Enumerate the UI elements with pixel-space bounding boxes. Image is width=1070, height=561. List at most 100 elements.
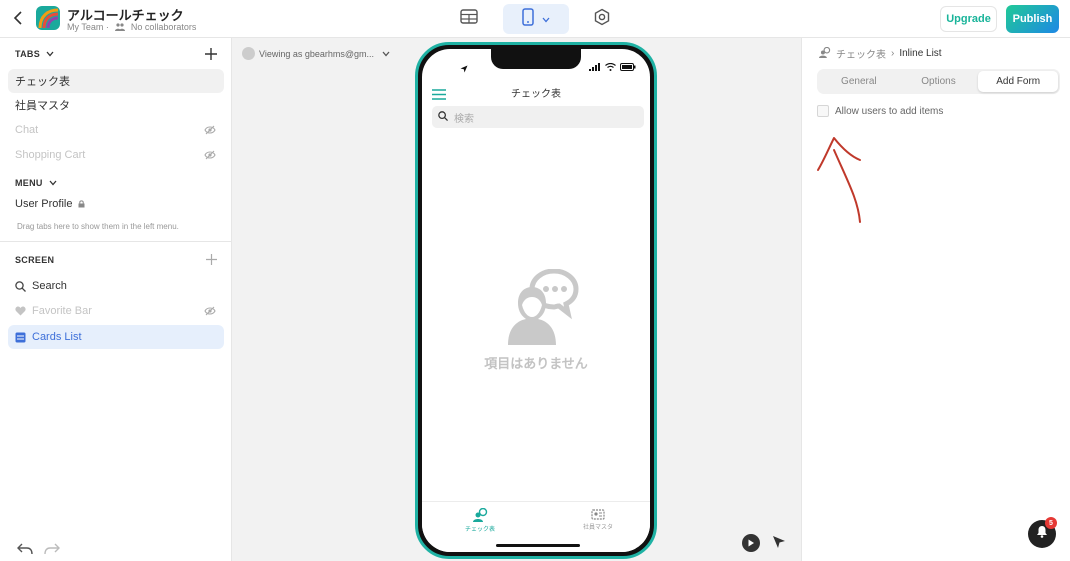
tab-add-form[interactable]: Add Form	[978, 71, 1059, 92]
empty-state-text: 項目はありません	[484, 356, 588, 371]
settings-view-button[interactable]	[588, 4, 616, 34]
id-card-icon	[568, 508, 628, 522]
tab-general[interactable]: General	[819, 71, 899, 92]
collaborators-text: No collaborators	[130, 22, 197, 32]
tab-item-label: Chat	[15, 124, 39, 136]
person-chat-icon	[450, 507, 510, 524]
properties-panel: チェック表 › Inline List General Options Add …	[801, 38, 1070, 561]
layout-view-button[interactable]	[503, 4, 569, 34]
bell-icon	[1036, 525, 1048, 543]
phone-screen-title: チェック表	[511, 89, 561, 100]
phone-tab-label: 社員マスタ	[582, 525, 613, 531]
allow-add-items-label[interactable]: Allow users to add items	[835, 106, 943, 117]
tab-item-check-sheet[interactable]: チェック表	[8, 69, 224, 93]
redo-icon[interactable]	[44, 542, 60, 560]
screen-item-label: Favorite Bar	[32, 305, 92, 317]
publish-button[interactable]: Publish	[1006, 5, 1059, 33]
chevron-down-icon	[382, 49, 390, 59]
screen-heading: SCREEN	[15, 255, 55, 265]
add-component-plus-icon[interactable]	[206, 252, 217, 270]
play-preview-button[interactable]	[742, 534, 760, 552]
notifications-button[interactable]: 5	[1028, 517, 1057, 548]
search-icon	[438, 110, 448, 124]
breadcrumb-separator: ›	[891, 48, 895, 59]
breadcrumb: チェック表 › Inline List	[818, 46, 942, 61]
allow-add-items-row: Allow users to add items	[817, 105, 943, 117]
app-subtitle: My Team · No collaborators	[67, 22, 196, 33]
eye-hidden-icon[interactable]	[204, 150, 216, 163]
phone-tab-check-sheet[interactable]: チェック表	[450, 507, 510, 533]
viewing-as-text: Viewing as gbearhms@gm...	[259, 48, 375, 59]
menu-section-header[interactable]: MENU	[15, 178, 57, 188]
user-avatar-icon	[242, 47, 255, 60]
tabs-heading: TABS	[15, 49, 41, 59]
menu-hint-text: Drag tabs here to show them in the left …	[17, 222, 179, 231]
phone-frame: チェック表 検索 項目はありません チェック表 社員マスタ	[415, 42, 657, 559]
preview-canvas: Viewing as gbearhms@gm... チェック表 検索 項目はあり…	[232, 38, 801, 561]
search-icon	[15, 280, 26, 292]
table-icon	[460, 9, 478, 29]
eye-hidden-icon[interactable]	[204, 306, 216, 319]
signal-icon	[589, 58, 601, 76]
undo-icon[interactable]	[17, 542, 33, 560]
viewing-as-selector[interactable]: Viewing as gbearhms@gm...	[242, 47, 390, 60]
screen-item-label: Cards List	[32, 331, 82, 343]
left-sidebar: TABS チェック表 社員マスタ Chat Shopping Cart MENU…	[0, 38, 232, 561]
menu-item-label: User Profile	[15, 198, 73, 210]
cards-list-icon	[15, 332, 26, 343]
tab-item-employee-master[interactable]: 社員マスタ	[8, 93, 224, 117]
red-arrow-annotation-icon	[812, 130, 872, 235]
gear-icon	[593, 8, 611, 31]
screen-item-search[interactable]: Search	[8, 274, 224, 298]
lock-icon	[78, 200, 85, 208]
people-icon	[115, 23, 126, 33]
location-arrow-icon	[460, 60, 468, 78]
app-logo-icon[interactable]	[36, 6, 60, 30]
menu-item-user-profile[interactable]: User Profile	[8, 192, 224, 216]
team-name: My Team	[67, 22, 104, 32]
breadcrumb-parent[interactable]: チェック表	[836, 46, 886, 61]
menu-heading: MENU	[15, 178, 43, 188]
phone-tab-label: チェック表	[464, 527, 495, 533]
person-chat-icon	[818, 46, 831, 61]
chevron-down-icon	[49, 178, 57, 188]
breadcrumb-current: Inline List	[899, 48, 942, 59]
battery-icon	[620, 58, 636, 76]
upgrade-button[interactable]: Upgrade	[940, 6, 997, 32]
tab-item-label: 社員マスタ	[15, 100, 70, 112]
screen-item-label: Search	[32, 280, 67, 292]
cursor-pointer-icon[interactable]	[771, 534, 787, 555]
section-divider	[0, 241, 231, 242]
separator: ·	[105, 22, 109, 32]
tab-item-label: チェック表	[15, 76, 70, 88]
panel-tab-switcher: General Options Add Form	[817, 69, 1060, 94]
screen-item-cards-list[interactable]: Cards List	[8, 325, 224, 349]
chevron-down-icon	[46, 49, 54, 59]
add-tab-plus-icon[interactable]	[205, 47, 217, 65]
phone-tab-employee-master[interactable]: 社員マスタ	[568, 508, 628, 531]
screen-section-header: SCREEN	[15, 255, 54, 265]
data-view-button[interactable]	[455, 4, 483, 34]
tabs-section-header[interactable]: TABS	[15, 49, 54, 59]
screen-item-favorite-bar[interactable]: Favorite Bar	[8, 299, 224, 323]
tab-options[interactable]: Options	[899, 71, 979, 92]
tab-item-chat[interactable]: Chat	[8, 118, 224, 142]
notification-count-badge: 5	[1045, 517, 1057, 529]
phone-icon	[522, 7, 534, 31]
heart-icon	[15, 306, 26, 316]
tab-item-shopping-cart[interactable]: Shopping Cart	[8, 143, 224, 167]
phone-notch	[491, 49, 581, 69]
wifi-icon	[605, 58, 616, 76]
app-root: アルコールチェック My Team · No collaborators Upg…	[0, 0, 1070, 561]
eye-hidden-icon[interactable]	[204, 125, 216, 138]
empty-state-illustration-icon	[502, 268, 582, 352]
top-bar: アルコールチェック My Team · No collaborators Upg…	[0, 0, 1070, 38]
back-chevron-icon[interactable]	[12, 10, 26, 26]
play-icon	[747, 534, 755, 552]
search-placeholder: 検索	[454, 113, 474, 125]
phone-home-indicator	[496, 544, 580, 547]
status-icons	[589, 58, 636, 76]
allow-add-items-checkbox[interactable]	[817, 105, 829, 117]
phone-search-input[interactable]: 検索	[432, 106, 644, 128]
phone-screen: チェック表 検索 項目はありません チェック表 社員マスタ	[422, 49, 650, 552]
